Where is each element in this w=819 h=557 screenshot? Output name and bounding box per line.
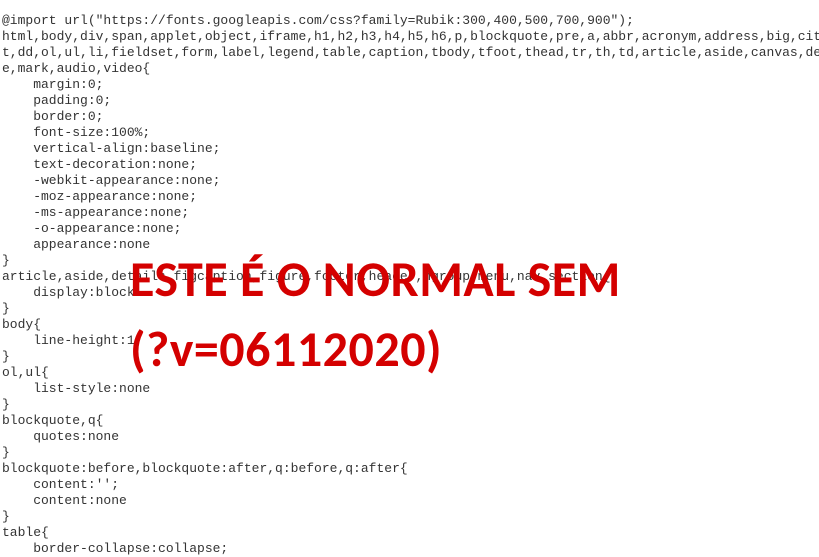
code-line: margin:0;: [2, 77, 103, 92]
code-line: quotes:none: [2, 429, 119, 444]
code-line: @import url("https://fonts.googleapis.co…: [2, 13, 634, 28]
code-line: display:block: [2, 285, 135, 300]
code-line: -o-appearance:none;: [2, 221, 181, 236]
annotation-overlay: ESTE É O NORMAL SEM (?v=06112020): [130, 245, 621, 385]
code-line: border-collapse:collapse;: [2, 541, 228, 556]
code-line: blockquote:before,blockquote:after,q:bef…: [2, 461, 408, 476]
code-line: padding:0;: [2, 93, 111, 108]
code-line: line-height:1: [2, 333, 135, 348]
code-line: }: [2, 349, 10, 364]
code-line: content:'';: [2, 477, 119, 492]
overlay-line-2: (?v=06112020): [130, 319, 442, 380]
code-line: ol,ul{: [2, 365, 49, 380]
code-line: -moz-appearance:none;: [2, 189, 197, 204]
code-line: html,body,div,span,applet,object,iframe,…: [2, 29, 819, 44]
code-line: }: [2, 397, 10, 412]
code-line: body{: [2, 317, 41, 332]
code-line: border:0;: [2, 109, 103, 124]
code-line: }: [2, 301, 10, 316]
code-line: table{: [2, 525, 49, 540]
code-line: blockquote,q{: [2, 413, 103, 428]
code-line: }: [2, 509, 10, 524]
code-line: }: [2, 253, 10, 268]
code-line: appearance:none: [2, 237, 150, 252]
code-line: -ms-appearance:none;: [2, 205, 189, 220]
code-line: vertical-align:baseline;: [2, 141, 220, 156]
code-line: -webkit-appearance:none;: [2, 173, 220, 188]
code-line: t,dd,ol,ul,li,fieldset,form,label,legend…: [2, 45, 819, 60]
overlay-line-1: ESTE É O NORMAL SEM: [130, 249, 621, 310]
code-line: content:none: [2, 493, 127, 508]
code-line: font-size:100%;: [2, 125, 150, 140]
code-line: text-decoration:none;: [2, 157, 197, 172]
code-line: e,mark,audio,video{: [2, 61, 150, 76]
code-line: list-style:none: [2, 381, 150, 396]
code-line: }: [2, 445, 10, 460]
